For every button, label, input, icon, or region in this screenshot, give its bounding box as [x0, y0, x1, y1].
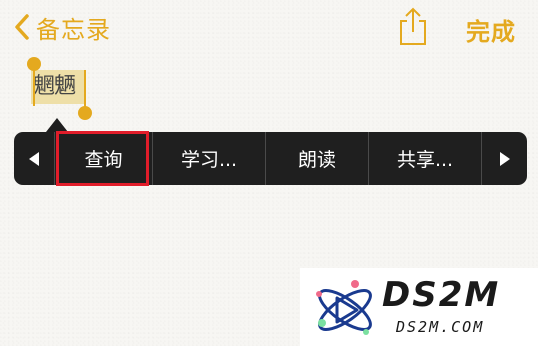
menu-pointer-arrow [46, 118, 68, 132]
edit-menu: 查询 学习... 朗读 共享... [14, 132, 527, 185]
share-button[interactable] [396, 6, 430, 48]
atom-logo-icon [316, 280, 372, 335]
watermark-subtitle: DS2M.COM [396, 318, 485, 336]
done-button[interactable]: 完成 [466, 12, 516, 47]
navigation-bar: 备忘录 完成 [0, 0, 538, 58]
menu-item-share[interactable]: 共享... [369, 132, 482, 185]
selection-end-handle[interactable] [78, 106, 92, 120]
triangle-right-icon [499, 151, 510, 166]
back-label: 备忘录 [36, 15, 111, 44]
selection-start-bar [33, 66, 35, 106]
menu-prev-button[interactable] [14, 132, 55, 185]
menu-item-lookup[interactable]: 查询 [55, 132, 153, 185]
triangle-left-icon [29, 151, 39, 166]
back-button[interactable]: 备忘录 [14, 10, 111, 44]
chevron-left-icon [15, 14, 29, 40]
menu-next-button[interactable] [482, 132, 527, 185]
watermark-title: DS2M [382, 275, 501, 315]
watermark: DS2M DS2M.COM [300, 268, 538, 346]
share-icon [400, 7, 426, 45]
menu-item-learn[interactable]: 学习... [153, 132, 266, 185]
selected-text: 魍魉 [33, 74, 76, 99]
menu-item-speak[interactable]: 朗读 [266, 132, 369, 185]
